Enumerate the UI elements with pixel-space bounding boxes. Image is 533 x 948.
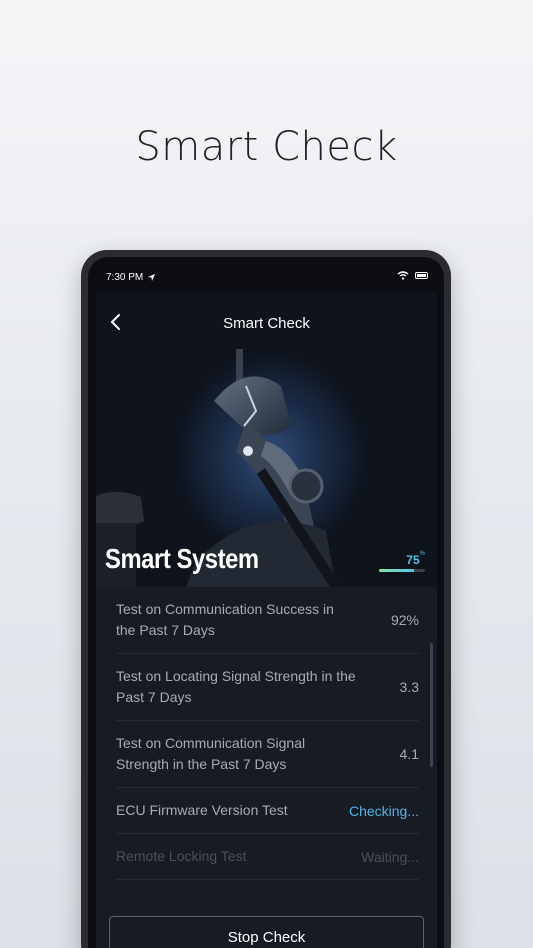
check-row: ECU Firmware Version Test Checking... — [116, 788, 419, 834]
check-label: Test on Locating Signal Strength in the … — [116, 668, 356, 705]
check-label: Remote Locking Test — [116, 848, 247, 864]
phone-frame: 7:30 PM Smart Check Smart System 75% Tes… — [81, 250, 451, 948]
check-label: Test on Communication Signal Strength in… — [116, 735, 306, 772]
status-indicators — [397, 271, 428, 280]
phone-screen: 7:30 PM Smart Check Smart System 75% Tes… — [88, 257, 444, 948]
navigation-bar: Smart Check — [96, 291, 437, 351]
location-arrow-icon — [148, 273, 156, 282]
check-value: Checking... — [348, 802, 419, 819]
system-label: Smart System — [105, 543, 259, 574]
check-value: 92% — [390, 612, 419, 628]
status-time-group: 7:30 PM — [106, 272, 156, 283]
check-row: Test on Communication Success in the Pas… — [116, 587, 419, 654]
score-unit: % — [419, 551, 425, 557]
check-value: 3.3 — [399, 679, 419, 695]
status-time: 7:30 PM — [106, 272, 144, 283]
score-progress-bar — [379, 569, 425, 572]
check-row: Remote Locking Test Waiting... — [116, 834, 419, 880]
score-value: 75 — [406, 553, 420, 567]
check-label: ECU Firmware Version Test — [116, 802, 288, 818]
nav-title: Smart Check — [223, 315, 310, 332]
score-indicator: 75% — [406, 551, 425, 569]
battery-icon — [415, 272, 428, 279]
app-screen: Smart Check Smart System 75% Test on Com… — [96, 291, 437, 948]
scrollbar[interactable] — [430, 643, 433, 767]
check-list: Test on Communication Success in the Pas… — [96, 587, 437, 948]
check-row: Test on Communication Signal Strength in… — [116, 721, 419, 788]
check-row: Test on Locating Signal Strength in the … — [116, 654, 419, 721]
stop-check-button[interactable]: Stop Check — [109, 916, 424, 948]
score-progress-fill — [379, 569, 414, 572]
check-value: Waiting... — [361, 848, 419, 865]
check-label: Test on Communication Success in the Pas… — [116, 601, 334, 638]
wifi-icon — [397, 271, 409, 280]
page-headline: Smart Check — [135, 124, 398, 170]
status-bar: 7:30 PM — [88, 257, 444, 289]
check-value: 4.1 — [399, 746, 419, 762]
